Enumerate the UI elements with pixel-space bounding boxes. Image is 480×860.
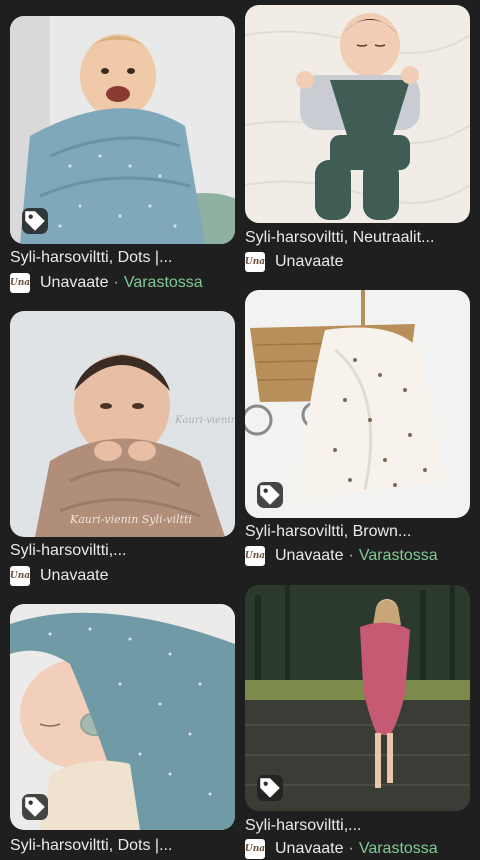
baby-wrapped-beige-image: Kauri-vienin Kauri-vienin Syli-viltti: [10, 311, 235, 537]
price-tag-icon: [257, 482, 283, 508]
price-tag-icon: [22, 208, 48, 234]
source-name: Unavaate: [275, 253, 344, 270]
result-card-6[interactable]: Syli-harsoviltti,... Una Unavaate · Vara…: [245, 585, 470, 859]
result-source-2: Una Unavaate: [245, 251, 344, 273]
result-card-3[interactable]: Kauri-vienin Kauri-vienin Syli-viltti Sy…: [10, 311, 235, 591]
result-title-5[interactable]: Syli-harsoviltti, Dots |...: [10, 836, 235, 856]
result-card-4[interactable]: Syli-harsoviltti, Brown... Una Unavaate …: [245, 290, 470, 572]
unavaate-favicon-icon: Una: [10, 273, 30, 293]
source-name: Unavaate: [40, 274, 109, 291]
result-source-1: Una Unavaate · Varastossa: [10, 272, 203, 294]
result-image-3[interactable]: Kauri-vienin Kauri-vienin Syli-viltti: [10, 311, 235, 537]
separator: ·: [348, 547, 354, 564]
result-card-5[interactable]: Syli-harsoviltti, Dots |...: [10, 604, 235, 855]
result-source-3: Una Unavaate: [10, 565, 109, 587]
result-title-6[interactable]: Syli-harsoviltti,...: [245, 816, 470, 836]
result-image-4[interactable]: [245, 290, 470, 518]
result-source-6: Una Unavaate · Varastossa: [245, 838, 438, 860]
result-image-5[interactable]: [10, 604, 235, 830]
separator: ·: [348, 840, 354, 857]
price-tag-icon: [22, 794, 48, 820]
result-image-2[interactable]: [245, 5, 470, 223]
result-image-6[interactable]: [245, 585, 470, 811]
stock-status: Varastossa: [358, 840, 438, 857]
result-title-1[interactable]: Syli-harsoviltti, Dots |...: [10, 248, 235, 268]
unavaate-favicon-icon: Una: [10, 566, 30, 586]
unavaate-favicon-icon: Una: [245, 546, 265, 566]
unavaate-favicon-icon: Una: [245, 252, 265, 272]
newborn-on-blanket-image: [245, 5, 470, 223]
result-title-3[interactable]: Syli-harsoviltti,...: [10, 541, 235, 561]
stock-status: Varastossa: [358, 547, 438, 564]
result-source-4: Una Unavaate · Varastossa: [245, 545, 438, 567]
separator: ·: [113, 274, 119, 291]
stock-status: Varastossa: [123, 274, 203, 291]
source-name: Unavaate: [40, 567, 109, 584]
result-image-1[interactable]: [10, 16, 235, 244]
watermark-text-2: Kauri-vienin: [174, 415, 235, 426]
source-name: Unavaate: [275, 840, 344, 857]
result-card-1[interactable]: Syli-harsoviltti, Dots |... Una Unavaate…: [10, 16, 235, 298]
price-tag-icon: [257, 775, 283, 801]
result-title-4[interactable]: Syli-harsoviltti, Brown...: [245, 522, 470, 542]
unavaate-favicon-icon: Una: [245, 839, 265, 859]
result-title-2[interactable]: Syli-harsoviltti, Neutraalit...: [245, 228, 470, 248]
result-card-2[interactable]: Syli-harsoviltti, Neutraalit... Una Unav…: [245, 5, 470, 275]
source-name: Unavaate: [275, 547, 344, 564]
watermark-text: Kauri-vienin Syli-viltti: [69, 513, 192, 526]
